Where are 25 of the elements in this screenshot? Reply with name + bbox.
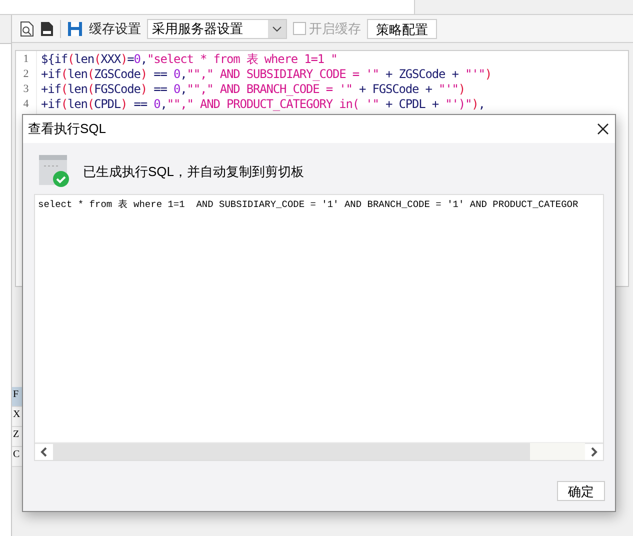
line-number: 3 [22,82,30,97]
preview-icon[interactable] [20,20,34,36]
close-icon[interactable] [597,123,609,135]
sql-text-area[interactable]: select * from 表 where 1=1 AND SUBSIDIARY_CODE = '1' AND BRANCH_CODE = '1' AND PRODUCT_CATEGOR [34,194,604,461]
code-line: ${if(len(XXX)=0,"select * from 表 where 1=1 " [41,52,338,67]
strategy-config-button[interactable]: 策略配置 [367,18,437,38]
chevron-right-icon[interactable] [585,444,603,460]
code-line: +if(len(CPDL) == 0,""," AND PRODUCT_CATEGORY in( '" + CPDL + "')"), [41,97,486,112]
sql-file-icon[interactable] [40,20,54,36]
code-line: +if(len(FGSCode) == 0,""," AND BRANCH_CODE = '" + FGSCode + "'") [41,82,466,97]
scrollbar-thumb[interactable] [530,443,585,460]
code-line: +if(len(ZGSCode) == 0,""," AND SUBSIDIARY_CODE = '" + ZGSCode + "'") [41,67,492,82]
chevron-left-icon[interactable] [35,444,53,460]
ok-button[interactable]: 确定 [557,481,605,501]
chevron-down-icon [272,26,282,32]
document-check-icon [39,155,71,188]
line-number: 2 [22,67,30,82]
status-message: 已生成执行SQL，并自动复制到剪切板 [83,162,304,181]
cache-select[interactable]: 采用服务器设置 [147,18,287,38]
line-number: 1 [22,52,30,67]
line-number: 4 [22,97,30,112]
horizontal-scrollbar[interactable] [35,442,603,460]
dialog-title: 查看执行SQL [28,120,106,138]
sql-text: select * from 表 where 1=1 AND SUBSIDIARY_CODE = '1' AND BRANCH_CODE = '1' AND PRODUCT_CATEGOR [38,198,580,212]
cache-settings-label: 缓存设置 [89,20,141,38]
